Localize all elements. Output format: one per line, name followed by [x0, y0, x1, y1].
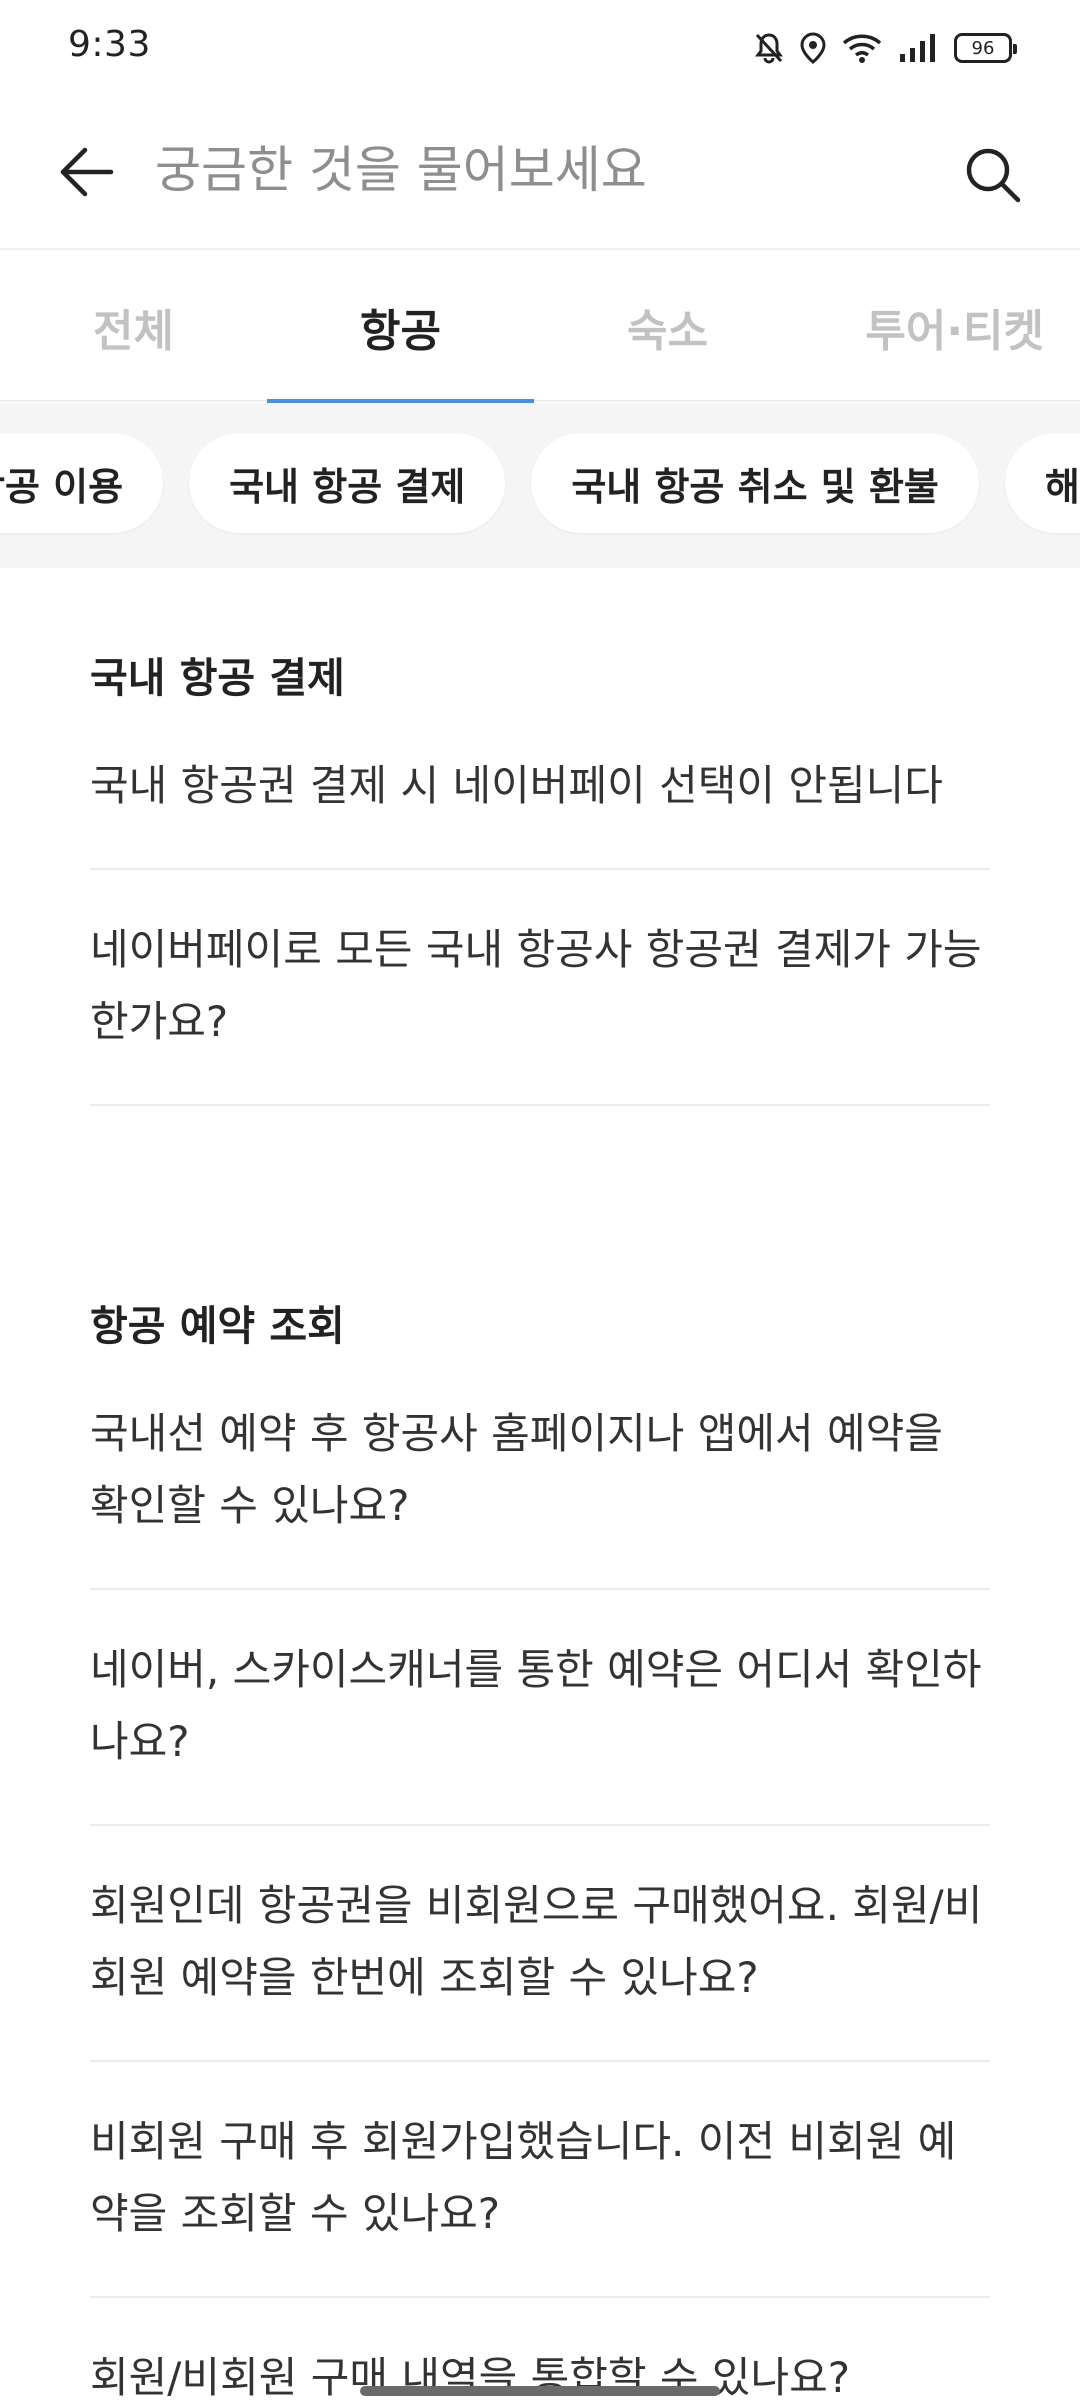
status-time: 9:33: [68, 24, 151, 65]
tab-tours-tickets[interactable]: 투어·티켓: [801, 252, 1080, 402]
chip-flight-use[interactable]: 항공 이용: [0, 433, 164, 533]
chip-domestic-payment[interactable]: 국내 항공 결제: [189, 433, 506, 533]
faq-item[interactable]: 국내선 예약 후 항공사 홈페이지나 앱에서 예약을 확인할 수 있나요?: [90, 1398, 990, 1590]
section-title: 국내 항공 결제: [90, 654, 345, 702]
search-header: [0, 95, 1080, 250]
search-icon: [966, 148, 1021, 203]
faq-item[interactable]: 국내 항공권 결제 시 네이버페이 선택이 안됩니다: [90, 750, 990, 870]
faq-item[interactable]: 비회원 구매 후 회원가입했습니다. 이전 비회원 예약을 조회할 수 있나요?: [90, 2106, 990, 2298]
home-indicator[interactable]: [360, 2386, 720, 2396]
category-tabs: 전체 항공 숙소 투어·티켓: [0, 252, 1080, 404]
tab-all[interactable]: 전체: [0, 252, 267, 402]
signal-icon: [898, 32, 938, 64]
chip-domestic-cancel-refund[interactable]: 국내 항공 취소 및 환불: [531, 433, 979, 533]
faq-content: 국내 항공 결제 국내 항공권 결제 시 네이버페이 선택이 안됩니다 네이버페…: [0, 568, 1080, 2400]
faq-section: 항공 예약 조회 국내선 예약 후 항공사 홈페이지나 앱에서 예약을 확인할 …: [0, 1150, 1080, 2400]
faq-item[interactable]: 네이버페이로 모든 국내 항공사 항공권 결제가 가능한가요?: [90, 914, 990, 1106]
status-bar: 9:33 96: [0, 0, 1080, 95]
tab-accommodation[interactable]: 숙소: [534, 252, 801, 402]
faq-item[interactable]: 네이버, 스카이스캐너를 통한 예약은 어디서 확인하나요?: [90, 1634, 990, 1826]
tab-flights[interactable]: 항공: [267, 252, 534, 404]
battery-icon: 96: [954, 33, 1017, 63]
search-button[interactable]: [955, 137, 1031, 213]
bell-off-icon: [754, 32, 784, 64]
chip-list: 항공 이용 국내 항공 결제 국내 항공 취소 및 환불 해외: [0, 433, 1080, 533]
subcategory-chip-bar: 항공 이용 국내 항공 결제 국내 항공 취소 및 환불 해외: [0, 403, 1080, 568]
arrow-left-icon: [60, 147, 114, 197]
search-input[interactable]: [155, 130, 915, 210]
back-button[interactable]: [52, 137, 122, 207]
location-icon: [800, 32, 826, 64]
chip-international[interactable]: 해외: [1004, 433, 1080, 533]
faq-item[interactable]: 회원인데 항공권을 비회원으로 구매했어요. 회원/비회원 예약을 한번에 조회…: [90, 1870, 990, 2062]
faq-section: 국내 항공 결제 국내 항공권 결제 시 네이버페이 선택이 안됩니다 네이버페…: [0, 568, 1080, 1106]
wifi-icon: [842, 32, 882, 64]
section-title: 항공 예약 조회: [90, 1302, 345, 1350]
status-icons: 96: [754, 28, 1017, 68]
